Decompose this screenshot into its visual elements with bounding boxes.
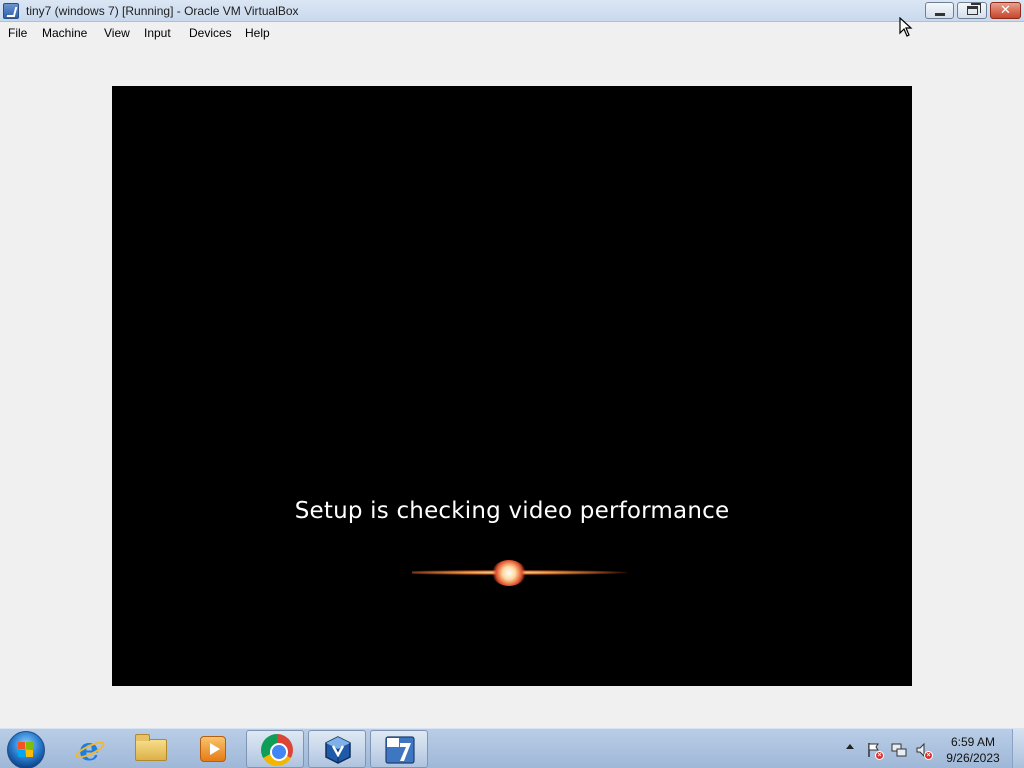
- taskbar: e × × 6:59 AM 9/26/2023: [0, 728, 1024, 768]
- system-clock[interactable]: 6:59 AM 9/26/2023: [941, 734, 1005, 766]
- restore-button[interactable]: [957, 2, 987, 19]
- close-icon: ✕: [1000, 3, 1011, 18]
- minimize-button[interactable]: [925, 2, 954, 19]
- taskbar-file-explorer[interactable]: [122, 730, 180, 768]
- volume-muted-icon[interactable]: ×: [915, 742, 933, 760]
- internet-explorer-icon: e: [73, 733, 107, 765]
- taskbar-chrome[interactable]: [246, 730, 304, 768]
- taskbar-media-player[interactable]: [184, 730, 242, 768]
- virtualbox-icon: [324, 735, 352, 765]
- media-player-icon: [200, 736, 226, 762]
- taskbar-virtualbox[interactable]: [308, 730, 366, 768]
- menu-devices[interactable]: Devices: [189, 26, 232, 40]
- chrome-icon: [261, 734, 293, 766]
- menu-bar: File Machine View Input Devices Help: [0, 23, 1024, 43]
- title-bar[interactable]: tiny7 (windows 7) [Running] - Oracle VM …: [0, 0, 1024, 22]
- menu-help[interactable]: Help: [245, 26, 270, 40]
- close-button[interactable]: ✕: [990, 2, 1021, 19]
- vm-display[interactable]: Setup is checking video performance: [112, 86, 912, 686]
- show-hidden-icons-icon[interactable]: [846, 744, 854, 749]
- windows-start-orb-icon[interactable]: [7, 731, 45, 768]
- network-icon[interactable]: [891, 742, 907, 758]
- windows-flag-icon: [18, 742, 34, 758]
- menu-file[interactable]: File: [8, 26, 27, 40]
- virtualbox-vm-icon: [384, 735, 416, 765]
- taskbar-virtualbox-vm[interactable]: [370, 730, 428, 768]
- menu-input[interactable]: Input: [144, 26, 171, 40]
- clock-time: 6:59 AM: [950, 735, 996, 749]
- file-explorer-icon: [135, 734, 167, 761]
- minimize-icon: [935, 13, 945, 16]
- restore-icon: [967, 3, 981, 15]
- menu-machine[interactable]: Machine: [42, 26, 87, 40]
- virtualbox-vm-icon: [3, 3, 19, 19]
- clock-date: 9/26/2023: [946, 751, 1000, 765]
- window-title: tiny7 (windows 7) [Running] - Oracle VM …: [26, 4, 299, 18]
- setup-status-message: Setup is checking video performance: [294, 498, 730, 524]
- taskbar-internet-explorer[interactable]: e: [60, 730, 118, 768]
- loading-flare-icon: [492, 560, 526, 586]
- show-desktop-button[interactable]: [1012, 729, 1024, 768]
- action-center-flag-icon[interactable]: ×: [866, 742, 884, 760]
- menu-view[interactable]: View: [104, 26, 130, 40]
